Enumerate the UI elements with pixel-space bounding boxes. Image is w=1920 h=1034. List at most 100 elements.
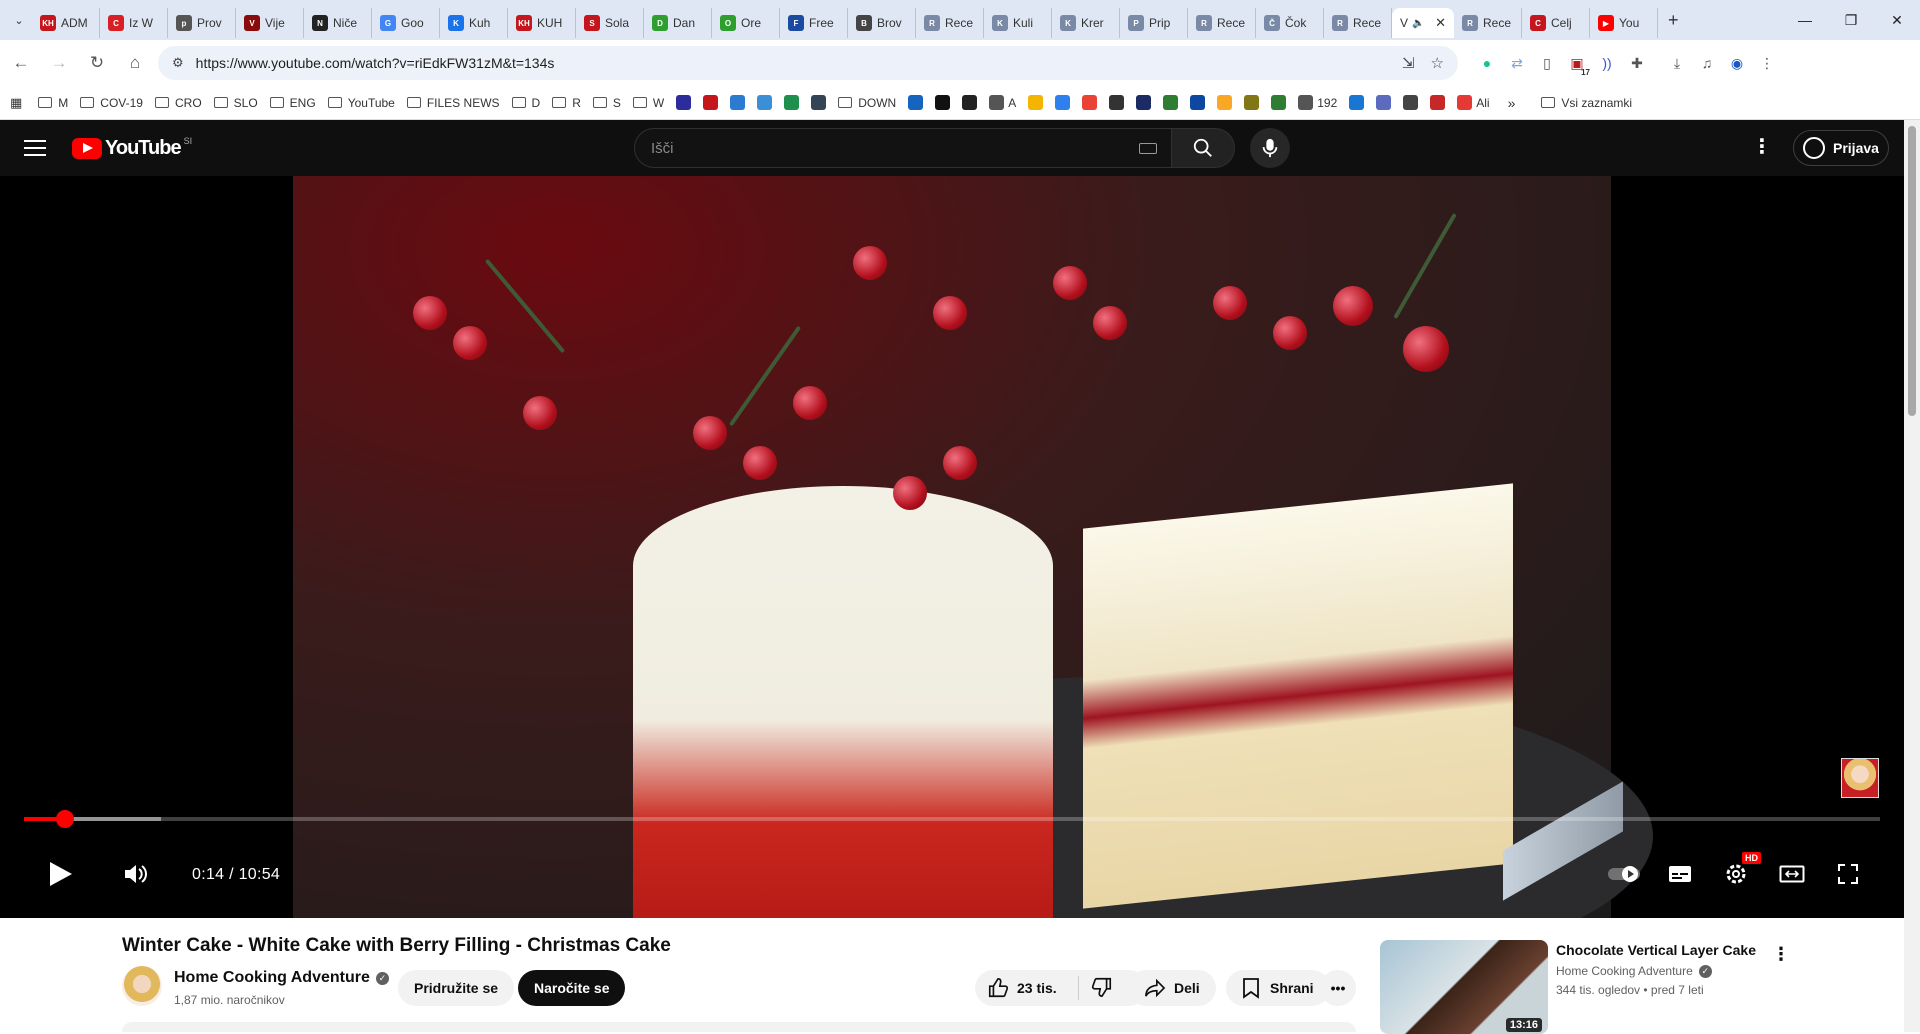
bookmark-item[interactable] xyxy=(1271,95,1287,110)
apps-icon[interactable]: ▦ xyxy=(10,95,22,111)
install-icon[interactable]: ⇲ xyxy=(1402,54,1415,72)
forward-icon[interactable]: → xyxy=(42,46,76,80)
bookmark-item[interactable] xyxy=(730,95,746,110)
scrollbar-thumb[interactable] xyxy=(1908,126,1916,416)
tab-search-button[interactable]: ⌄ xyxy=(6,14,32,27)
bookmark-folder[interactable]: CRO xyxy=(154,96,202,110)
bookmark-folder[interactable]: R xyxy=(552,96,581,110)
theater-mode-button[interactable] xyxy=(1774,856,1810,892)
more-actions-button[interactable]: ••• xyxy=(1320,970,1356,1006)
extension-icon[interactable]: ▯ xyxy=(1532,48,1562,78)
bookmark-folder[interactable]: D xyxy=(511,96,540,110)
browser-tab[interactable]: G Goo xyxy=(372,8,440,38)
bookmark-item[interactable] xyxy=(1430,95,1446,110)
bookmark-folder[interactable]: FILES NEWS xyxy=(406,96,500,110)
save-button[interactable]: Shrani xyxy=(1226,970,1330,1006)
page-scrollbar[interactable] xyxy=(1904,120,1920,1032)
bookmark-folder[interactable]: SLO xyxy=(213,96,258,110)
browser-tab[interactable]: Č Čok xyxy=(1256,8,1324,38)
browser-tab[interactable]: R Rece xyxy=(1454,8,1522,38)
bookmark-item[interactable] xyxy=(962,95,978,110)
channel-name[interactable]: Home Cooking Adventure ✓ xyxy=(174,969,389,987)
reload-icon[interactable]: ↻ xyxy=(80,46,114,80)
bookmark-item[interactable]: 192 xyxy=(1298,95,1337,110)
browser-tab[interactable]: KH KUH xyxy=(508,8,576,38)
browser-tab[interactable]: C Celj xyxy=(1522,8,1590,38)
bookmark-folder[interactable]: YouTube xyxy=(327,96,395,110)
progress-bar[interactable] xyxy=(24,810,1880,828)
bookmark-item[interactable]: Ali xyxy=(1457,95,1490,110)
close-tab-icon[interactable]: ✕ xyxy=(1435,15,1446,31)
new-tab-button[interactable]: + xyxy=(1668,10,1679,31)
autoplay-toggle[interactable] xyxy=(1606,856,1642,892)
bookmark-star-icon[interactable]: ☆ xyxy=(1431,54,1444,72)
search-input[interactable]: Išči xyxy=(651,140,674,157)
recommended-video[interactable]: 13:16 Chocolate Vertical Layer Cake Home… xyxy=(1380,940,1880,1034)
bookmark-folder[interactable]: S xyxy=(592,96,621,110)
browser-tab[interactable]: p Prov xyxy=(168,8,236,38)
recommended-title[interactable]: Chocolate Vertical Layer Cake xyxy=(1556,942,1756,958)
tab-active[interactable]: V 🔈 ✕ xyxy=(1392,8,1454,38)
youtube-logo[interactable]: YouTube SI xyxy=(72,136,192,160)
voice-search-button[interactable] xyxy=(1250,128,1290,168)
browser-tab[interactable]: R Rece xyxy=(1324,8,1392,38)
bookmark-item[interactable] xyxy=(703,95,719,110)
bookmark-folder[interactable]: ENG xyxy=(269,96,316,110)
browser-tab[interactable]: V Vije xyxy=(236,8,304,38)
profile-icon[interactable]: ◉ xyxy=(1722,48,1752,78)
bookmark-item[interactable] xyxy=(1055,95,1071,110)
browser-tab[interactable]: ▶ You xyxy=(1590,8,1658,38)
translate-icon[interactable]: ⇄ xyxy=(1502,48,1532,78)
browser-tab[interactable]: S Sola xyxy=(576,8,644,38)
browser-tab[interactable]: R Rece xyxy=(916,8,984,38)
sign-in-button[interactable]: Prijava xyxy=(1793,130,1889,166)
restore-icon[interactable]: ❐ xyxy=(1828,0,1874,40)
puzzle-icon[interactable]: ✚ xyxy=(1622,48,1652,78)
search-box[interactable]: Išči xyxy=(634,128,1172,168)
bookmark-item[interactable] xyxy=(1349,95,1365,110)
description-box[interactable] xyxy=(122,1022,1356,1032)
video-player[interactable]: 0:14 / 10:54 HD xyxy=(0,176,1904,918)
recommended-channel[interactable]: Home Cooking Adventure ✓ xyxy=(1556,964,1712,978)
browser-tab[interactable]: B Brov xyxy=(848,8,916,38)
browser-tab[interactable]: N Niče xyxy=(304,8,372,38)
settings-menu-icon[interactable]: ⋮ xyxy=(1752,134,1772,159)
browser-tab[interactable]: C Iz W xyxy=(100,8,168,38)
grammarly-icon[interactable]: ● xyxy=(1472,48,1502,78)
extension-badge-icon[interactable]: ▣ 17 xyxy=(1562,48,1592,78)
bookmark-folder[interactable]: W xyxy=(632,96,664,110)
home-icon[interactable]: ⌂ xyxy=(118,46,152,80)
bookmark-folder[interactable]: M xyxy=(38,96,68,110)
bookmark-item[interactable] xyxy=(784,95,800,110)
subtitles-button[interactable] xyxy=(1662,856,1698,892)
search-button[interactable] xyxy=(1171,128,1235,168)
dislike-button[interactable] xyxy=(1079,976,1113,1001)
media-icon[interactable]: ♫ xyxy=(1692,48,1722,78)
progress-scrubber[interactable] xyxy=(55,810,74,828)
fullscreen-button[interactable] xyxy=(1830,856,1866,892)
bookmark-item[interactable] xyxy=(1190,95,1206,110)
bookmark-item[interactable] xyxy=(676,95,692,110)
bookmark-item[interactable] xyxy=(1109,95,1125,110)
browser-tab[interactable]: R Rece xyxy=(1188,8,1256,38)
site-info-icon[interactable]: ⚙ xyxy=(172,55,184,71)
browser-tab[interactable]: K Kuli xyxy=(984,8,1052,38)
browser-tab[interactable]: K Kuh xyxy=(440,8,508,38)
bookmark-item[interactable] xyxy=(1403,95,1419,110)
menu-icon[interactable]: ⋮ xyxy=(1752,48,1782,78)
reader-icon[interactable]: )) xyxy=(1592,48,1622,78)
close-window-icon[interactable]: ✕ xyxy=(1874,0,1920,40)
browser-tab[interactable]: D Dan xyxy=(644,8,712,38)
share-button[interactable]: Deli xyxy=(1128,970,1216,1006)
bookmark-item[interactable] xyxy=(1217,95,1233,110)
channel-avatar[interactable] xyxy=(122,966,162,1006)
address-bar[interactable]: ⚙ https://www.youtube.com/watch?v=riEdkF… xyxy=(158,46,1458,80)
browser-tab[interactable]: P Prip xyxy=(1120,8,1188,38)
bookmark-item[interactable] xyxy=(1136,95,1152,110)
bookmark-item[interactable] xyxy=(935,95,951,110)
bookmark-item[interactable] xyxy=(1163,95,1179,110)
bookmark-item[interactable] xyxy=(811,95,827,110)
bookmark-item[interactable]: A xyxy=(989,95,1016,110)
volume-button[interactable] xyxy=(118,856,154,892)
subscribe-button[interactable]: Naročite se xyxy=(518,970,626,1006)
